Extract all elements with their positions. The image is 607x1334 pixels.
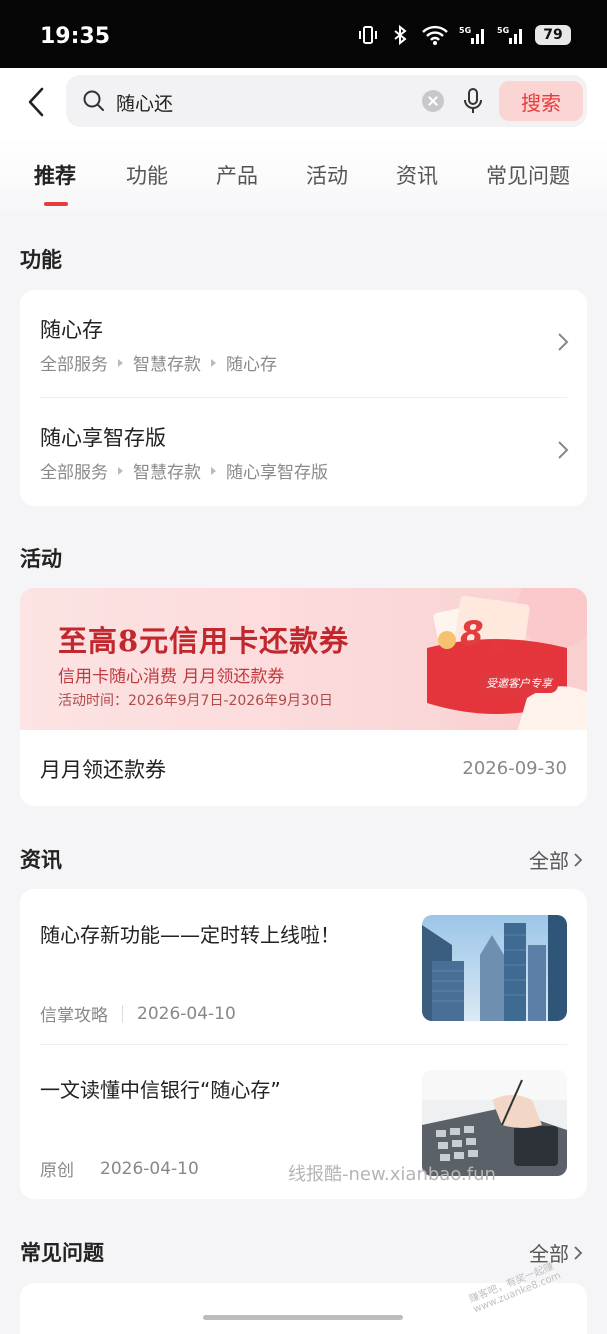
function-item-title: 随心存 — [40, 318, 103, 342]
news-thumbnail-skyscrapers — [422, 915, 567, 1021]
activities-section-title: 活动 — [20, 547, 62, 571]
invited-badge: 受邀客户专享 — [480, 673, 558, 693]
tab-products[interactable]: 产品 — [216, 160, 258, 190]
news-title: 随心存新功能——定时转上线啦！ — [40, 923, 340, 947]
signal-5g-icon-2: 5G — [497, 26, 522, 44]
bluetooth-icon — [394, 24, 407, 46]
status-icons: 5G 5G 79 — [357, 24, 571, 46]
activity-card[interactable]: 至高8元信用卡还款券 信用卡随心消费 月月领还款券 活动时间：2026年9月7日… — [20, 588, 587, 806]
function-breadcrumb: 全部服务 智慧存款 随心享智存版 — [40, 458, 328, 483]
news-date: 2026-04-10 — [137, 1003, 236, 1024]
news-item[interactable]: 随心存新功能——定时转上线啦！ 信掌攻略 2026-04-10 — [20, 889, 587, 1044]
banner-headline: 至高8元信用卡还款券 — [58, 624, 350, 658]
tab-activities[interactable]: 活动 — [306, 160, 348, 190]
search-header: 随心还 搜索 — [0, 68, 607, 136]
banner-amount-unit: 元 — [490, 638, 504, 653]
search-icon — [83, 90, 104, 111]
signal-5g-icon: 5G — [459, 26, 484, 44]
banner-amount: 8 — [460, 614, 484, 654]
clear-icon[interactable] — [422, 90, 444, 112]
news-section-title: 资讯 — [20, 848, 62, 872]
active-tab-indicator — [44, 202, 68, 206]
back-arrow-icon — [28, 87, 44, 117]
vibrate-icon — [359, 26, 377, 44]
search-input[interactable]: 随心还 — [116, 89, 173, 116]
function-item-suixinxiang[interactable]: 随心享智存版 全部服务 智慧存款 随心享智存版 — [20, 398, 587, 506]
function-item-suixincun[interactable]: 随心存 全部服务 智慧存款 随心存 — [20, 290, 587, 398]
watermark-text: 线报酷-new.xianbao.fun — [288, 1164, 496, 1185]
activity-banner[interactable]: 至高8元信用卡还款券 信用卡随心消费 月月领还款券 活动时间：2026年9月7日… — [20, 588, 587, 730]
tab-recommend[interactable]: 推荐 — [34, 160, 76, 190]
breadcrumb-segment: 随心存 — [226, 355, 277, 375]
banner-subline: 信用卡随心消费 月月领还款券 — [58, 667, 285, 687]
battery-indicator: 79 — [535, 25, 571, 45]
breadcrumb-segment: 全部服务 — [40, 463, 108, 483]
news-more-label: 全部 — [529, 849, 569, 873]
chevron-right-icon — [558, 333, 569, 351]
chevron-right-icon — [558, 441, 569, 459]
tab-functions[interactable]: 功能 — [126, 160, 168, 190]
back-button[interactable] — [20, 84, 52, 120]
news-card: 随心存新功能——定时转上线啦！ 信掌攻略 2026-04-10 一文读懂中信银行… — [20, 889, 587, 1199]
status-bar: 19:35 5G 5G 79 — [0, 0, 607, 68]
function-breadcrumb: 全部服务 智慧存款 随心存 — [40, 350, 277, 375]
functions-card: 随心存 全部服务 智慧存款 随心存 随心享智存版 全部服务 智慧存款 随心享智存… — [20, 290, 587, 506]
functions-section-title: 功能 — [20, 248, 62, 272]
news-source: 原创 — [40, 1161, 74, 1181]
news-source: 信掌攻略 — [40, 1006, 108, 1026]
breadcrumb-segment: 随心享智存版 — [226, 463, 328, 483]
status-time: 19:35 — [40, 24, 111, 49]
faq-section-title: 常见问题 — [20, 1241, 104, 1265]
news-date: 2026-04-10 — [100, 1158, 199, 1179]
svg-text:5G: 5G — [459, 26, 471, 35]
red-envelope-illustration — [427, 588, 587, 730]
tab-news[interactable]: 资讯 — [396, 160, 438, 190]
tab-bar: 推荐 功能 产品 活动 资讯 常见问题 — [0, 136, 607, 210]
function-item-title: 随心享智存版 — [40, 426, 166, 450]
banner-date: 活动时间：2026年9月7日-2026年9月30日 — [58, 693, 333, 709]
chevron-right-icon — [574, 852, 583, 867]
search-box[interactable]: 随心还 搜索 — [66, 75, 587, 127]
wifi-icon — [422, 25, 448, 45]
activity-date: 2026-09-30 — [462, 758, 567, 779]
news-title: 一文读懂中信银行“随心存” — [40, 1078, 281, 1102]
news-meta: 原创 2026-04-10 — [40, 1156, 199, 1182]
breadcrumb-segment: 全部服务 — [40, 355, 108, 375]
microphone-icon[interactable] — [462, 87, 484, 115]
breadcrumb-segment: 智慧存款 — [133, 463, 201, 483]
tab-faq[interactable]: 常见问题 — [486, 160, 570, 190]
activity-title: 月月领还款券 — [40, 758, 166, 782]
news-more-link[interactable]: 全部 — [529, 845, 583, 874]
search-button[interactable]: 搜索 — [499, 81, 583, 121]
home-indicator[interactable] — [203, 1315, 403, 1320]
breadcrumb-segment: 智慧存款 — [133, 355, 201, 375]
svg-text:5G: 5G — [497, 26, 509, 35]
news-meta: 信掌攻略 2026-04-10 — [40, 1001, 236, 1027]
